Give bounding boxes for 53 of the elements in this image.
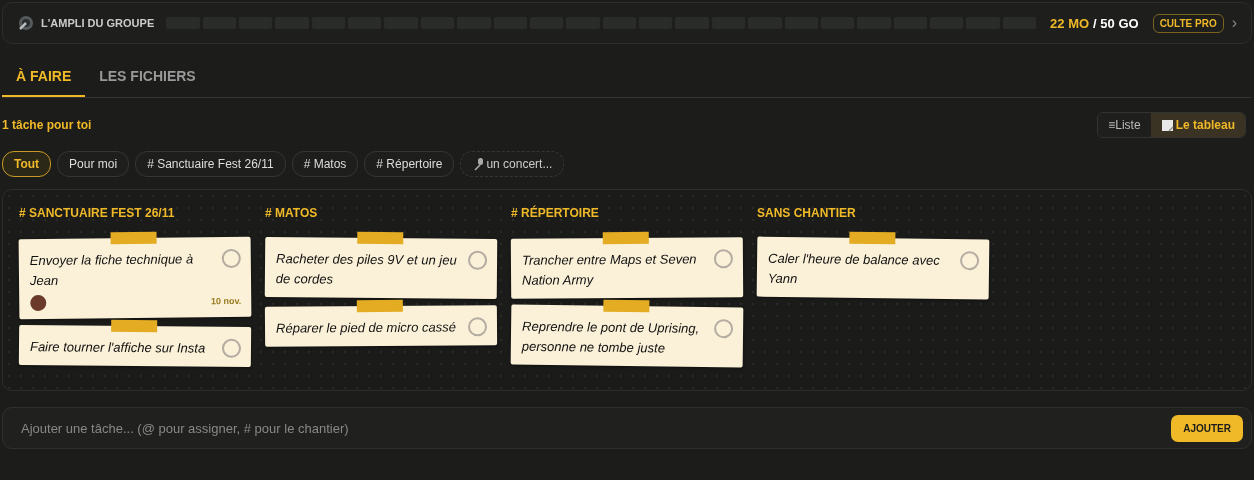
tab[interactable]: À FAIRE xyxy=(2,58,86,97)
task-text: Envoyer la fiche technique à Jean xyxy=(29,250,195,291)
task-text: Faire tourner l'affiche sur Insta xyxy=(29,338,207,358)
tape-strip xyxy=(603,299,650,313)
app-title: L'AMPLI DU GROUPE xyxy=(41,17,155,29)
sticky-note[interactable]: Racheter des piles 9V et un jeu de cordes xyxy=(264,237,498,299)
sticky-note[interactable]: Trancher entre Maps et Seven Nation Army xyxy=(510,237,744,299)
sticky-note[interactable]: Faire tourner l'affiche sur Insta xyxy=(18,325,252,367)
tape-strip xyxy=(849,231,896,245)
tape-strip xyxy=(602,231,649,245)
task-checkbox[interactable] xyxy=(714,319,734,339)
tape-strip xyxy=(110,231,157,245)
tab[interactable]: LES FICHIERS xyxy=(85,58,210,97)
filter-chip[interactable]: Tout xyxy=(2,151,52,177)
column-title: # MATOS xyxy=(265,206,319,220)
task-checkbox[interactable] xyxy=(713,249,733,269)
storage-total: / 50 GO xyxy=(1093,15,1139,31)
sticky-note[interactable]: Reprendre le pont de Uprising, personne ne tombe juste xyxy=(510,304,744,368)
filter-chip[interactable]: # Sanctuaire Fest 26/11 xyxy=(135,151,286,177)
task-checkbox[interactable] xyxy=(221,338,242,358)
task-text: Reprendre le pont de Uprising, personne ne tombe juste xyxy=(521,317,701,358)
task-input[interactable]: Ajouter une tâche... (@ pour assigner, # pour le chantier) AJOUTER xyxy=(2,407,1252,449)
tape-strip xyxy=(357,231,404,245)
filter-chip[interactable]: Pour moi xyxy=(57,151,130,177)
tape-strip xyxy=(356,299,403,313)
notepad-icon xyxy=(1160,118,1174,132)
tape-strip xyxy=(111,319,158,333)
sticky-note[interactable]: Envoyer la fiche technique à Jean 10 nov. xyxy=(18,236,252,320)
chevron-button[interactable]: › xyxy=(1229,14,1239,32)
plan-badge: CULTE PRO xyxy=(1152,13,1224,33)
task-summary: 1 tâche pour toi xyxy=(2,118,92,132)
task-text: Réparer le pied de micro cassé xyxy=(275,318,457,338)
microphone-icon xyxy=(472,157,486,171)
filter-chip[interactable]: # Répertoire xyxy=(364,151,455,177)
filter-chip[interactable]: # Matos xyxy=(291,151,359,177)
speaker-icon xyxy=(17,14,35,32)
filter-chip[interactable]: un concert... xyxy=(460,151,565,177)
storage-used: 22 MO xyxy=(1050,15,1090,31)
column-title: SANS CHANTIER xyxy=(757,206,857,220)
task-text: Trancher entre Maps et Seven Nation Army xyxy=(521,250,698,290)
sticky-note[interactable]: Réparer le pied de micro cassé xyxy=(264,305,498,347)
view-option[interactable]: Le tableau xyxy=(1150,113,1245,137)
task-checkbox[interactable] xyxy=(960,251,980,271)
due-date: 10 nov. xyxy=(210,295,242,307)
column-title: # RÉPERTOIRE xyxy=(511,206,600,220)
task-checkbox[interactable] xyxy=(468,250,488,270)
add-button[interactable]: AJOUTER xyxy=(1171,414,1243,442)
task-text: Caler l'heure de balance avec Yann xyxy=(767,249,941,289)
column-title: # SANCTUAIRE FEST 26/11 xyxy=(19,206,176,220)
sticky-note[interactable]: Caler l'heure de balance avec Yann xyxy=(756,236,990,300)
task-checkbox[interactable] xyxy=(467,317,488,337)
task-text: Racheter des piles 9V et un jeu de cordes xyxy=(275,250,458,289)
task-checkbox[interactable] xyxy=(221,248,241,269)
